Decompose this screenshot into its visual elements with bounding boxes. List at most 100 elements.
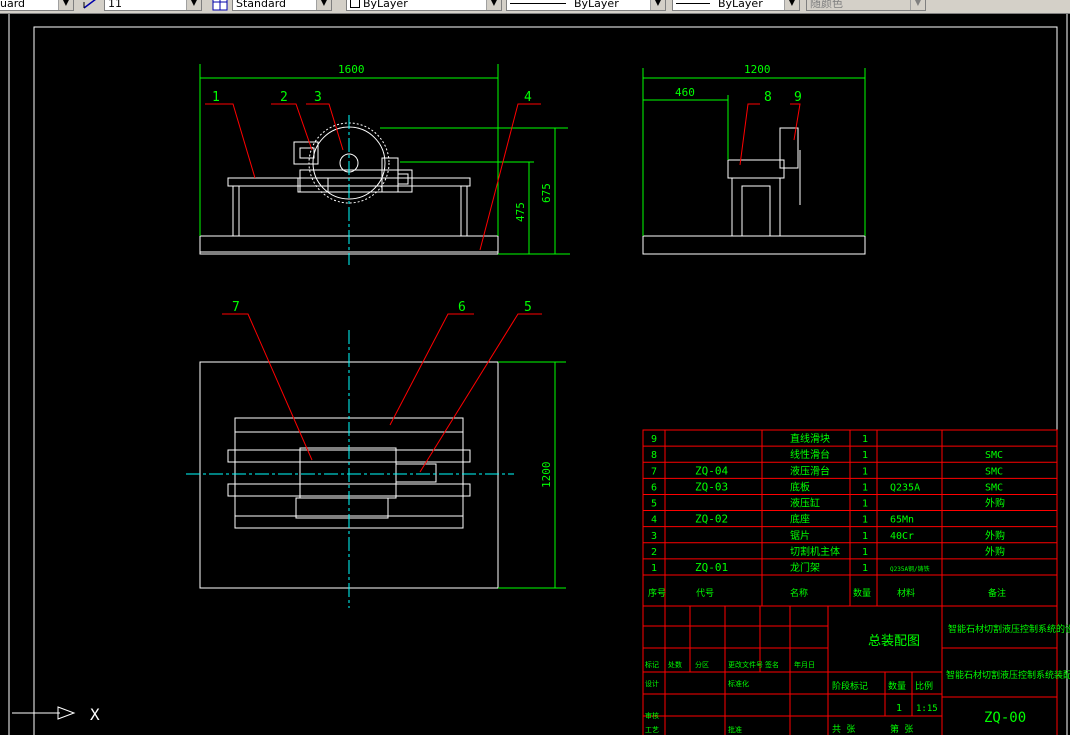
dimension-style-select[interactable]: 11 ▼ bbox=[104, 0, 202, 11]
balloon-2: 2 bbox=[280, 90, 288, 105]
balloon-3: 3 bbox=[314, 90, 322, 105]
bom-cell-no: 1 bbox=[651, 563, 657, 574]
linetype-select[interactable]: ByLayer ▼ bbox=[506, 0, 666, 11]
balloon-4: 4 bbox=[524, 90, 532, 105]
label-qty: 数量 bbox=[888, 680, 906, 692]
bom-cell-note: SMC bbox=[985, 482, 1003, 493]
bom-cell-code: ZQ-03 bbox=[695, 480, 728, 493]
dim-text-675: 675 bbox=[540, 183, 553, 203]
side-column-inner bbox=[741, 185, 771, 237]
bom-cell-qty: 1 bbox=[862, 466, 868, 477]
chevron-down-icon[interactable]: ▼ bbox=[186, 0, 201, 10]
bom-cell-no: 5 bbox=[651, 499, 657, 510]
bom-cell-name: 液压滑台 bbox=[790, 464, 830, 477]
table-style-icon[interactable] bbox=[212, 0, 228, 11]
bom-cell-qty: 1 bbox=[862, 499, 868, 510]
dim-text-1600: 1600 bbox=[338, 63, 365, 76]
text-style-select[interactable]: uard ▼ bbox=[0, 0, 74, 11]
leader-1 bbox=[205, 103, 256, 179]
chevron-down-icon[interactable]: ▼ bbox=[316, 0, 331, 10]
side-slide-table bbox=[727, 159, 785, 179]
dim-text-1200-top: 1200 bbox=[540, 462, 553, 489]
bom-cell-qty: 1 bbox=[862, 563, 868, 574]
bom-cell-note: SMC bbox=[985, 466, 1003, 477]
lineweight-select[interactable]: ByLayer ▼ bbox=[672, 0, 800, 11]
chevron-down-icon[interactable]: ▼ bbox=[58, 0, 73, 10]
bom-cell-qty: 1 bbox=[862, 531, 868, 542]
plot-style-select[interactable]: 随颜色 ▼ bbox=[806, 0, 926, 11]
label-stage: 阶段标记 bbox=[832, 680, 868, 692]
bom-cell-code: ZQ-01 bbox=[695, 561, 728, 574]
label-approve: 批准 bbox=[728, 725, 742, 734]
front-slide-body bbox=[299, 169, 413, 193]
bom-cell-note: 外购 bbox=[985, 545, 1005, 558]
bom-cell-no: 8 bbox=[651, 450, 657, 461]
linetype-value: ByLayer bbox=[574, 0, 619, 10]
drawing-canvas[interactable]: 1600 475 675 1 2 3 4 1200 460 8 9 1200 7… bbox=[0, 14, 1070, 735]
label-check: 审核 bbox=[645, 711, 659, 720]
balloon-1: 1 bbox=[212, 90, 220, 105]
bom-header-name: 名称 bbox=[790, 587, 808, 599]
bom-cell-name: 切割机主体 bbox=[790, 545, 840, 558]
color-swatch-icon bbox=[350, 0, 360, 8]
bom-cell-no: 4 bbox=[651, 515, 657, 526]
top-cylinder bbox=[395, 463, 437, 483]
top-dimensions bbox=[498, 361, 566, 589]
bom-header-code: 代号 bbox=[696, 588, 714, 599]
label-date: 年月日 bbox=[794, 660, 815, 669]
label-zone: 分区 bbox=[695, 660, 709, 669]
front-slide-block bbox=[297, 177, 329, 193]
bom-cell-no: 2 bbox=[651, 547, 657, 558]
drawing-number: ZQ-00 bbox=[984, 710, 1026, 726]
bom-cell-material: 40Cr bbox=[890, 531, 914, 542]
ucs-x-arrow bbox=[57, 706, 76, 720]
dimension-style-icon[interactable] bbox=[82, 0, 98, 11]
label-design: 设计 bbox=[645, 679, 659, 688]
dim-text-475: 475 bbox=[514, 202, 527, 222]
bom-cell-no: 3 bbox=[651, 531, 657, 542]
bom-cell-material: Q235A钢/铸铁 bbox=[890, 565, 930, 573]
bom-cell-name: 线性滑台 bbox=[790, 448, 830, 461]
balloon-6: 6 bbox=[458, 300, 466, 315]
balloon-8: 8 bbox=[764, 90, 772, 105]
bom-cell-name: 底座 bbox=[790, 513, 810, 526]
label-scale: 比例 bbox=[915, 680, 933, 692]
bom-cell-name: 龙门架 bbox=[790, 561, 820, 574]
bom-header-no: 序号 bbox=[648, 587, 666, 599]
bom-cell-material: 65Mn bbox=[890, 515, 914, 526]
front-leaders bbox=[205, 103, 541, 251]
front-leg-left bbox=[232, 185, 240, 237]
bom-header-qty: 数量 bbox=[853, 587, 871, 599]
linetype-preview bbox=[510, 3, 566, 4]
bom-cell-no: 7 bbox=[651, 466, 657, 477]
balloon-7: 7 bbox=[232, 300, 240, 315]
bom-cell-name: 液压缸 bbox=[790, 497, 820, 510]
bom-cell-code: ZQ-04 bbox=[695, 464, 728, 477]
side-column bbox=[731, 177, 781, 237]
layer-color-select[interactable]: ByLayer ▼ bbox=[346, 0, 502, 11]
label-docno: 更改文件号 bbox=[728, 660, 763, 669]
side-leaders bbox=[739, 103, 801, 166]
bom-cell-qty: 1 bbox=[862, 450, 868, 461]
label-sheet: 第 张 bbox=[890, 723, 913, 735]
quantity-value: 1 bbox=[896, 703, 902, 714]
chevron-down-icon[interactable]: ▼ bbox=[650, 0, 665, 10]
table-style-select[interactable]: Standard ▼ bbox=[232, 0, 332, 11]
dim-text-1200-side: 1200 bbox=[744, 63, 771, 76]
chevron-down-icon[interactable]: ▼ bbox=[784, 0, 799, 10]
layer-color-value: ByLayer bbox=[363, 0, 408, 10]
chevron-down-icon[interactable]: ▼ bbox=[486, 0, 501, 10]
top-slide-table bbox=[299, 447, 397, 499]
bom-cell-name: 直线滑块 bbox=[790, 432, 830, 445]
bom-cell-note: 外购 bbox=[985, 529, 1005, 542]
bom-cell-no: 6 bbox=[651, 482, 657, 493]
chevron-down-icon[interactable]: ▼ bbox=[910, 0, 925, 10]
front-guard bbox=[381, 157, 399, 193]
front-cylinder-end bbox=[397, 173, 409, 185]
label-sign: 签名 bbox=[765, 660, 779, 669]
side-view bbox=[642, 127, 866, 255]
drawing-frame bbox=[33, 26, 1058, 735]
ucs-x-label: X bbox=[90, 705, 100, 724]
dimension-style-value: 11 bbox=[108, 0, 122, 10]
label-std: 标准化 bbox=[728, 679, 749, 688]
